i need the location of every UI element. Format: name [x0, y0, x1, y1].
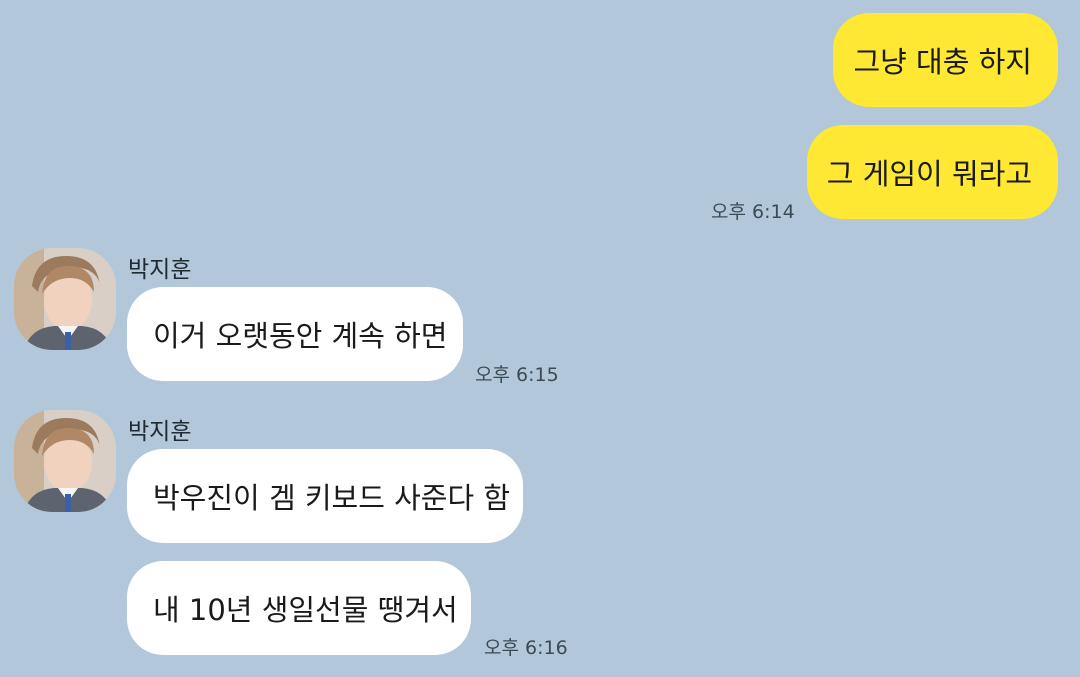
sender-name: 박지훈 [128, 257, 192, 283]
message-text: 박우진이 겜 키보드 사준다 함 [153, 481, 511, 515]
message-text: 이거 오랫동안 계속 하면 [153, 319, 448, 353]
sender-name: 박지훈 [128, 419, 192, 445]
incoming-message-bubble[interactable]: 박우진이 겜 키보드 사준다 함 [127, 449, 523, 543]
outgoing-message-bubble[interactable]: 그 게임이 뭐라고 [807, 125, 1058, 219]
incoming-message-bubble[interactable]: 내 10년 생일선물 땡겨서 [127, 561, 471, 655]
outgoing-message-bubble[interactable]: 그냥 대충 하지 [833, 13, 1058, 107]
profile-avatar[interactable] [14, 410, 116, 512]
message-timestamp: 오후 6:15 [475, 364, 559, 386]
message-text: 내 10년 생일선물 땡겨서 [153, 593, 458, 627]
message-timestamp: 오후 6:14 [711, 201, 795, 223]
message-text: 그냥 대충 하지 [853, 45, 1032, 79]
profile-photo-icon [14, 248, 116, 350]
incoming-message-bubble[interactable]: 이거 오랫동안 계속 하면 [127, 287, 463, 381]
profile-avatar[interactable] [14, 248, 116, 350]
message-text: 그 게임이 뭐라고 [826, 157, 1032, 191]
message-timestamp: 오후 6:16 [484, 637, 568, 659]
profile-photo-icon [14, 410, 116, 512]
